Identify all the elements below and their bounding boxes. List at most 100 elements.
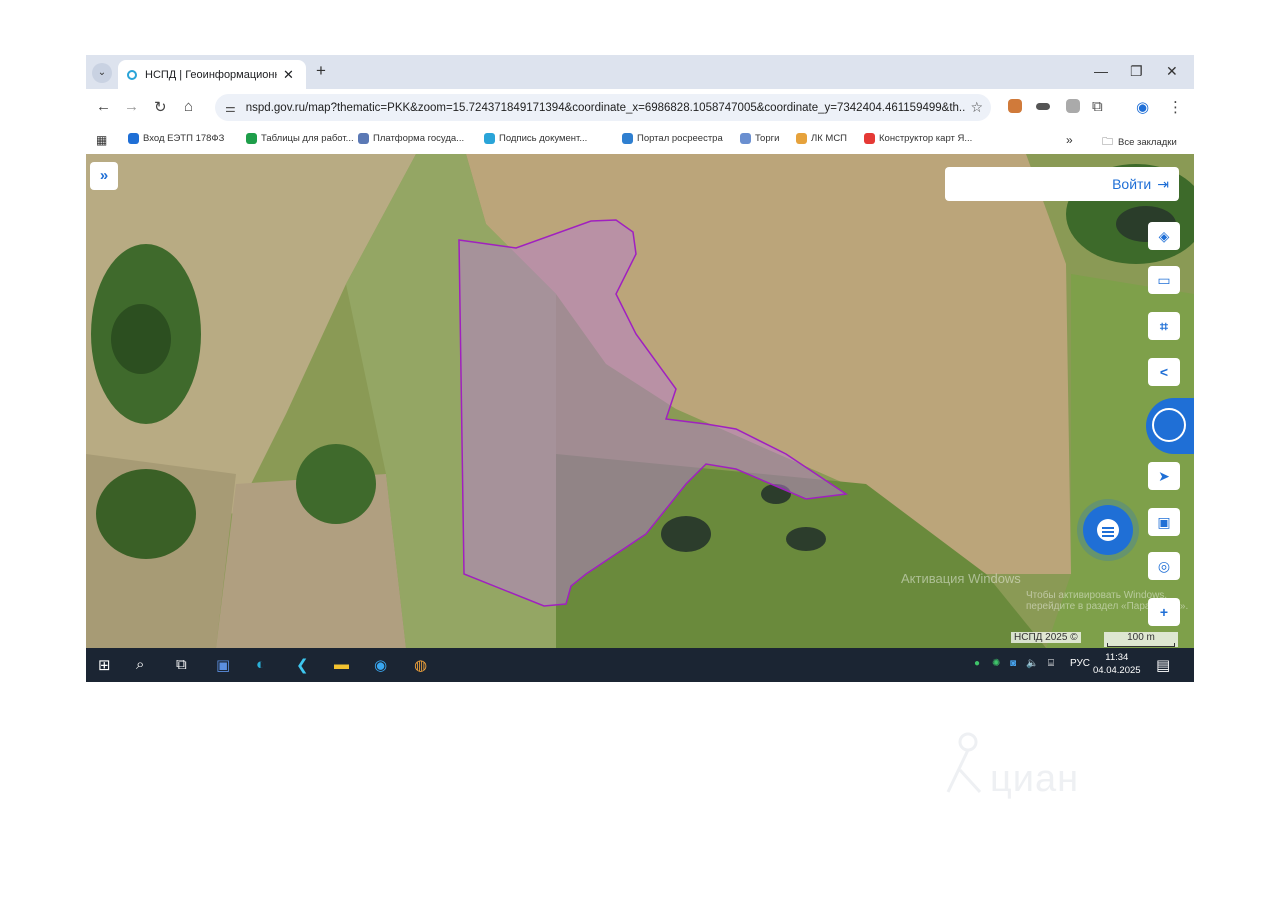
bookmark-item[interactable]: Портал росреестра bbox=[622, 133, 723, 144]
extensions-puzzle-icon[interactable]: ⧉ bbox=[1092, 98, 1103, 115]
all-bookmarks-button[interactable]: 🗀 Все закладки bbox=[1102, 133, 1177, 152]
restore-button[interactable]: ❐ bbox=[1130, 63, 1143, 80]
cian-watermark: циан bbox=[990, 758, 1080, 800]
minimap-button[interactable]: ▣ bbox=[1148, 508, 1180, 536]
cian-logo-icon bbox=[946, 732, 982, 794]
share-button[interactable]: < bbox=[1148, 358, 1180, 386]
home-icon[interactable]: ⌂ bbox=[184, 98, 193, 115]
map-view[interactable]: » Войти ⇥ ◈ ▭ ⌗ < ➤ ▣ ◎ + Активация Wind… bbox=[86, 154, 1194, 648]
folder-icon: 🗀 bbox=[1102, 136, 1113, 148]
bookmark-star-icon[interactable]: ☆ bbox=[970, 99, 983, 116]
browser-tab[interactable]: НСПД | Геоинформационный ✕ bbox=[118, 60, 306, 89]
windows-activation-watermark: Активация Windows bbox=[901, 571, 1021, 586]
bookmark-label: Платформа госуда... bbox=[373, 133, 465, 144]
area-search-icon: ⌗ bbox=[1160, 318, 1168, 334]
url-text: nspd.gov.ru/map?thematic=PKK&zoom=15.724… bbox=[245, 101, 966, 114]
select-area-button[interactable]: ⌗ bbox=[1148, 312, 1180, 340]
edge-browser-icon[interactable]: ◐ bbox=[256, 656, 265, 673]
satellite-map bbox=[86, 154, 1194, 648]
reload-icon[interactable]: ↻ bbox=[154, 98, 167, 116]
task-view-icon[interactable]: ⧉ bbox=[176, 656, 187, 673]
all-bookmarks-label: Все закладки bbox=[1118, 137, 1177, 148]
save-app-icon[interactable]: ▣ bbox=[216, 656, 230, 674]
extension-icon[interactable] bbox=[1066, 99, 1080, 113]
browser-toolbar: ← → ↻ ⌂ ⚌ nspd.gov.ru/map?thematic=PKK&z… bbox=[86, 89, 1194, 126]
new-tab-button[interactable]: + bbox=[316, 61, 326, 81]
locate-button[interactable]: ➤ bbox=[1148, 462, 1180, 490]
address-bar[interactable]: ⚌ nspd.gov.ru/map?thematic=PKK&zoom=15.7… bbox=[215, 94, 991, 121]
bookmark-item[interactable]: Платформа госуда... bbox=[358, 133, 464, 144]
tab-title: НСПД | Геоинформационный bbox=[145, 68, 277, 81]
windows-activation-hint: Чтобы активировать Windows, перейдите в … bbox=[1026, 590, 1189, 612]
bookmark-label: Торги bbox=[755, 133, 780, 144]
layers-icon: ◈ bbox=[1158, 228, 1170, 244]
search-icon[interactable]: ⌕ bbox=[136, 656, 144, 673]
tray-app-icon[interactable]: ● bbox=[974, 658, 980, 669]
tab-strip: ⌄ НСПД | Геоинформационный ✕ + — ❐ ✕ bbox=[86, 55, 1194, 89]
bookmark-icon bbox=[796, 133, 807, 144]
language-indicator[interactable]: РУС bbox=[1070, 658, 1090, 669]
bookmark-icon bbox=[622, 133, 633, 144]
bookmark-icon bbox=[864, 133, 875, 144]
bookmark-icon bbox=[484, 133, 495, 144]
bookmark-icon bbox=[246, 133, 257, 144]
back-icon[interactable]: ← bbox=[96, 98, 111, 115]
bookmark-item[interactable]: Таблицы для работ... bbox=[246, 133, 354, 144]
clock-date: 04.04.2025 bbox=[1093, 665, 1141, 676]
expand-panel-button[interactable]: » bbox=[90, 162, 118, 190]
start-button-icon[interactable]: ⊞ bbox=[98, 656, 111, 674]
login-label: Войти bbox=[1112, 176, 1152, 192]
notifications-icon[interactable]: ▤ bbox=[1156, 656, 1170, 674]
bookmark-icon bbox=[128, 133, 139, 144]
minimap-icon: ▣ bbox=[1157, 514, 1171, 530]
file-explorer-icon[interactable]: ▬ bbox=[334, 656, 349, 673]
apps-grid-icon[interactable]: ▦ bbox=[96, 133, 107, 147]
navigation-arrow-icon: ➤ bbox=[1158, 468, 1170, 484]
close-window-button[interactable]: ✕ bbox=[1166, 63, 1178, 80]
scale-label: 100 m bbox=[1127, 632, 1155, 643]
pond bbox=[661, 516, 711, 552]
scale-line bbox=[1107, 643, 1175, 647]
bookmark-item[interactable]: Торги bbox=[740, 133, 779, 144]
bookmark-item[interactable]: Вход ЕЭТП 178ФЗ bbox=[128, 133, 224, 144]
tab-close-icon[interactable]: ✕ bbox=[283, 67, 294, 83]
site-info-icon[interactable]: ⚌ bbox=[225, 101, 236, 115]
clock[interactable]: 11:34 04.04.2025 bbox=[1093, 651, 1141, 677]
service-logo-button[interactable] bbox=[1146, 398, 1194, 454]
search-location-button[interactable]: ◎ bbox=[1148, 552, 1180, 580]
login-button[interactable]: Войти ⇥ bbox=[945, 167, 1179, 201]
more-bookmarks-button[interactable]: » bbox=[1066, 133, 1073, 147]
volume-icon[interactable]: 🔈 bbox=[1026, 658, 1038, 669]
chrome-browser-icon[interactable]: ◍ bbox=[414, 656, 427, 674]
nspd-logo-icon bbox=[1152, 408, 1186, 442]
chat-button[interactable] bbox=[1083, 505, 1133, 555]
ruler-icon: ▭ bbox=[1157, 272, 1171, 288]
layers-button[interactable]: ◈ bbox=[1148, 222, 1180, 250]
bookmark-label: ЛК МСП bbox=[811, 133, 848, 144]
bookmarks-bar: ▦ Вход ЕЭТП 178ФЗ Таблицы для работ... П… bbox=[86, 126, 1194, 155]
forward-icon[interactable]: → bbox=[124, 98, 139, 115]
extension-icon[interactable] bbox=[1008, 99, 1022, 113]
bookmark-icon bbox=[740, 133, 751, 144]
measure-button[interactable]: ▭ bbox=[1148, 266, 1180, 294]
app-icon[interactable]: ❮ bbox=[296, 656, 309, 674]
windows-taskbar: ⊞ ⌕ ⧉ ▣ ◐ ❮ ▬ ◉ ◍ ● ✺ ◙ 🔈 ⌸ РУС 11:34 04… bbox=[86, 648, 1194, 682]
profile-icon[interactable]: ◉ bbox=[1136, 98, 1149, 116]
copyright-label: НСПД 2025 © bbox=[1011, 632, 1081, 643]
location-search-icon: ◎ bbox=[1157, 558, 1171, 574]
tab-search-button[interactable]: ⌄ bbox=[92, 63, 112, 83]
bookmark-label: Подпись документ... bbox=[499, 133, 588, 144]
tray-network-icon[interactable]: ◙ bbox=[1010, 658, 1016, 669]
wifi-icon[interactable]: ⌸ bbox=[1048, 658, 1054, 669]
bookmark-label: Вход ЕЭТП 178ФЗ bbox=[143, 133, 225, 144]
app-icon[interactable]: ◉ bbox=[374, 656, 387, 674]
bookmark-item[interactable]: Конструктор карт Я... bbox=[864, 133, 972, 144]
screenshot: ⌄ НСПД | Геоинформационный ✕ + — ❐ ✕ ← →… bbox=[86, 55, 1194, 682]
menu-icon[interactable]: ⋮ bbox=[1168, 98, 1183, 116]
tray-app-icon[interactable]: ✺ bbox=[992, 658, 1000, 669]
bookmark-item[interactable]: Подпись документ... bbox=[484, 133, 587, 144]
share-icon: < bbox=[1159, 364, 1169, 380]
minimize-button[interactable]: — bbox=[1094, 63, 1108, 79]
bookmark-item[interactable]: ЛК МСП bbox=[796, 133, 847, 144]
extension-icon[interactable] bbox=[1036, 103, 1050, 110]
